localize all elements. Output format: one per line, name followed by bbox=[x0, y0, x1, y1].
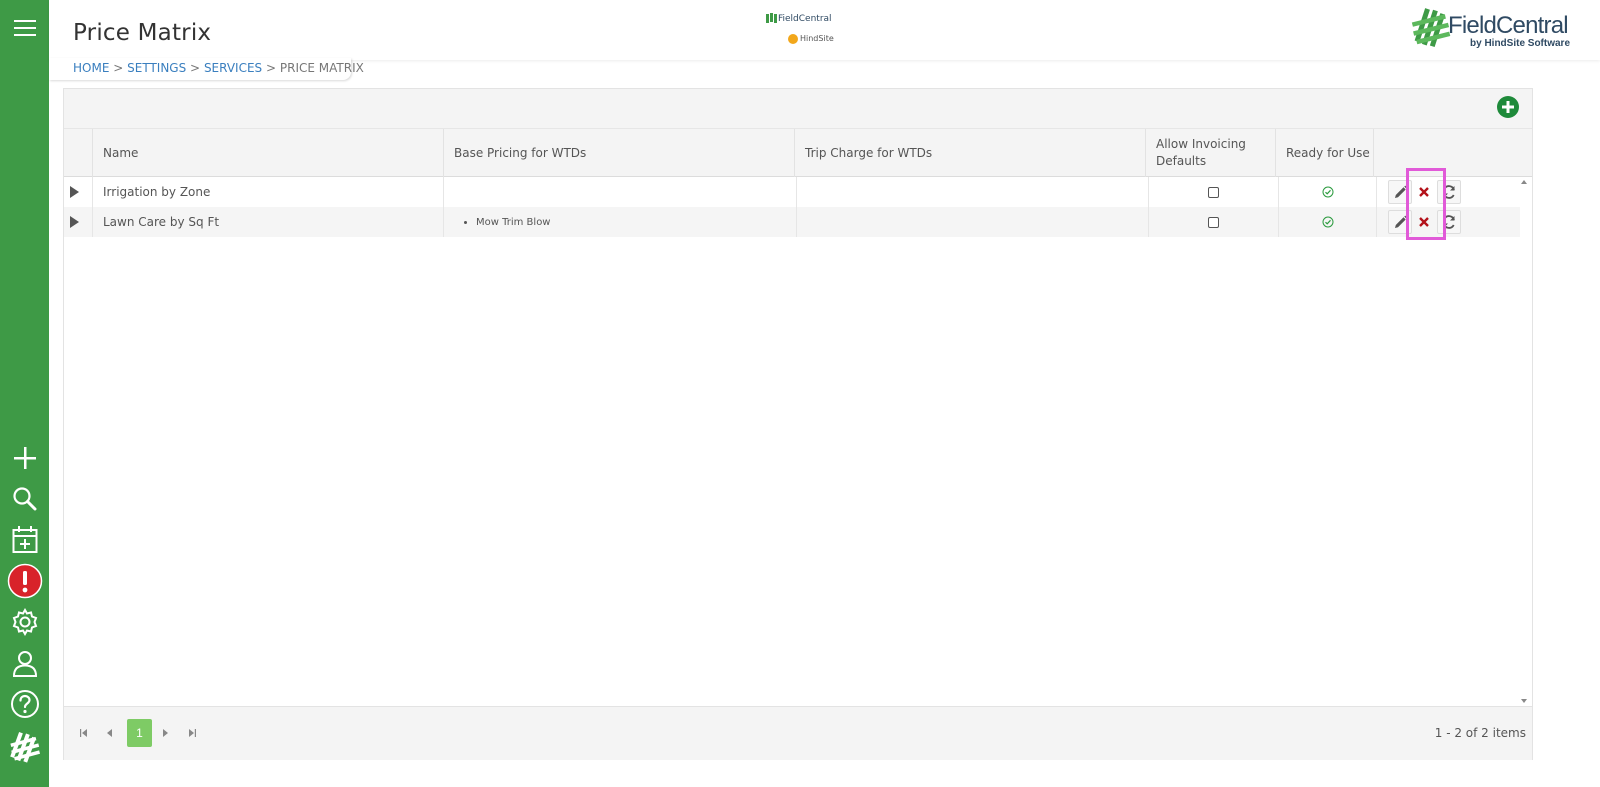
edit-highlight bbox=[1406, 168, 1446, 240]
add-button[interactable] bbox=[1497, 96, 1519, 118]
column-header-ready-for-use[interactable]: Ready for Use bbox=[1275, 129, 1373, 177]
table-header: Name Base Pricing for WTDs Trip Charge f… bbox=[64, 129, 1532, 177]
allow-invoicing-cell bbox=[1148, 207, 1278, 237]
ready-cell bbox=[1278, 177, 1376, 207]
base-pricing-cell bbox=[443, 177, 796, 207]
breadcrumb-home[interactable]: HOME bbox=[73, 61, 109, 75]
column-header-base-pricing[interactable]: Base Pricing for WTDs bbox=[443, 129, 794, 177]
table-row: Lawn Care by Sq Ft Mow Trim Blow bbox=[64, 207, 1520, 237]
breadcrumb-current: PRICE MATRIX bbox=[279, 61, 364, 75]
calendar-add-icon[interactable] bbox=[0, 522, 49, 558]
price-matrix-grid: Name Base Pricing for WTDs Trip Charge f… bbox=[63, 88, 1533, 760]
expand-column-header bbox=[64, 129, 92, 177]
brand-name: FieldCentral bbox=[1448, 12, 1569, 39]
hindsite-mark-icon bbox=[788, 34, 798, 44]
plus-icon bbox=[1502, 101, 1514, 113]
fieldcentral-logo-icon[interactable] bbox=[0, 730, 49, 766]
expand-cell[interactable] bbox=[64, 177, 92, 207]
actions-cell bbox=[1376, 207, 1520, 237]
base-pricing-cell: Mow Trim Blow bbox=[443, 207, 796, 237]
breadcrumb-separator: > bbox=[190, 61, 201, 75]
breadcrumb: HOME > SETTINGS > SERVICES > PRICE MATRI… bbox=[49, 58, 364, 80]
grid-toolbar bbox=[64, 89, 1532, 129]
next-page-icon bbox=[163, 729, 168, 737]
allow-invoicing-cell bbox=[1148, 177, 1278, 207]
table-body: Irrigation by Zone Lawn Care by Sq Ft • … bbox=[64, 177, 1532, 706]
center-logo-mark-icon bbox=[766, 13, 777, 23]
column-header-name[interactable]: Name bbox=[92, 129, 443, 177]
pager-info: 1 - 2 of 2 items bbox=[1434, 726, 1526, 740]
user-icon[interactable] bbox=[0, 645, 49, 681]
next-page-button[interactable] bbox=[157, 725, 173, 741]
first-page-icon bbox=[80, 729, 87, 737]
help-icon[interactable] bbox=[0, 686, 49, 722]
scroll-up-icon[interactable] bbox=[1521, 180, 1527, 184]
search-icon[interactable] bbox=[0, 481, 49, 517]
ready-cell bbox=[1278, 207, 1376, 237]
menu-icon[interactable] bbox=[0, 10, 49, 46]
column-header-trip-charge[interactable]: Trip Charge for WTDs bbox=[794, 129, 1145, 177]
name-cell: Irrigation by Zone bbox=[92, 177, 443, 207]
center-logo-text: FieldCentral bbox=[778, 14, 832, 24]
gear-icon[interactable] bbox=[0, 604, 49, 640]
check-circle-icon bbox=[1322, 216, 1333, 228]
brand-mark-icon bbox=[1411, 8, 1451, 47]
breadcrumb-separator: > bbox=[265, 61, 277, 75]
vertical-scrollbar[interactable] bbox=[1518, 177, 1532, 706]
brand-logo[interactable]: FieldCentral by HindSite Software bbox=[1410, 8, 1570, 50]
scroll-down-icon[interactable] bbox=[1521, 699, 1527, 703]
header: Price Matrix FieldCentral HindSite Field… bbox=[49, 0, 1600, 60]
table-row: Irrigation by Zone bbox=[64, 177, 1520, 207]
list-item: Mow Trim Blow bbox=[476, 217, 551, 228]
center-logo: FieldCentral HindSite bbox=[766, 10, 846, 50]
actions-cell bbox=[1376, 177, 1520, 207]
expand-cell[interactable] bbox=[64, 207, 92, 237]
allow-invoicing-checkbox bbox=[1208, 186, 1219, 198]
plus-icon[interactable] bbox=[0, 440, 49, 476]
prev-page-button[interactable] bbox=[102, 725, 118, 741]
first-page-button[interactable] bbox=[76, 725, 92, 741]
last-page-button[interactable] bbox=[184, 725, 200, 741]
center-logo-sub: HindSite bbox=[800, 34, 834, 43]
expand-arrow-icon[interactable] bbox=[70, 186, 79, 198]
brand-sub: by HindSite Software bbox=[1470, 38, 1571, 49]
trip-charge-cell bbox=[796, 177, 1148, 207]
expand-arrow-icon[interactable] bbox=[70, 216, 79, 228]
prev-page-icon bbox=[107, 729, 112, 737]
alert-icon[interactable] bbox=[0, 563, 49, 599]
breadcrumb-settings[interactable]: SETTINGS bbox=[127, 61, 186, 75]
allow-invoicing-checkbox bbox=[1208, 216, 1219, 228]
sidebar bbox=[0, 0, 49, 787]
name-cell: Lawn Care by Sq Ft bbox=[92, 207, 443, 237]
page-number-button[interactable]: 1 bbox=[127, 719, 152, 747]
pager: 1 1 - 2 of 2 items bbox=[64, 706, 1532, 760]
trip-charge-cell bbox=[796, 207, 1148, 237]
breadcrumb-services[interactable]: SERVICES bbox=[204, 61, 262, 75]
check-circle-icon bbox=[1322, 186, 1333, 198]
column-header-allow-invoicing[interactable]: Allow Invoicing Defaults bbox=[1145, 129, 1275, 177]
page-title: Price Matrix bbox=[73, 20, 212, 46]
breadcrumb-separator: > bbox=[113, 61, 124, 75]
base-pricing-list: Mow Trim Blow bbox=[444, 217, 551, 228]
last-page-icon bbox=[189, 729, 196, 737]
